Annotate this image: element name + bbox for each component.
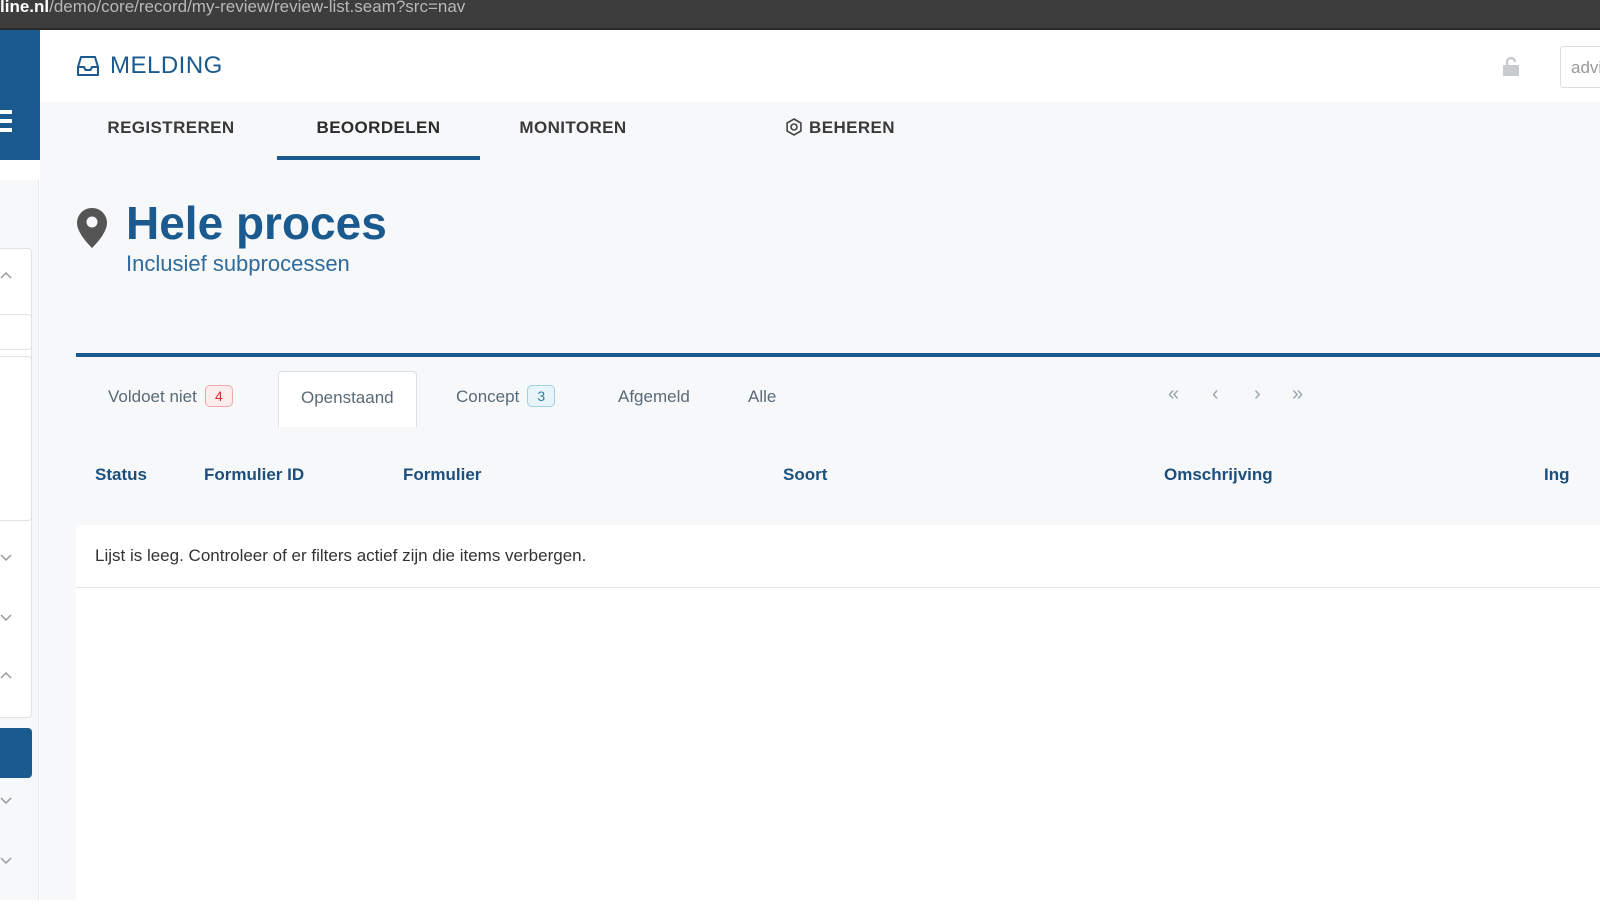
table-empty-row: Lijst is leeg. Controleer of er filters … [76,525,1600,588]
map-pin-icon [77,208,107,248]
main-content: Hele proces Inclusief subprocessen Voldo… [40,160,1600,904]
filter-tab-label: Concept [456,387,520,406]
nav-tab-label: MONITOREN [519,118,627,137]
filter-tab-label: Voldoet niet [108,387,197,406]
sidebar-active-item[interactable] [0,728,32,778]
column-header-formulier-id[interactable]: Formulier ID [204,465,304,485]
menu-brand-block[interactable] [0,30,40,160]
inbox-icon [77,56,99,76]
app-title-label: MELDING [110,52,223,79]
nav-tab-registreren[interactable]: REGISTREREN [76,102,266,160]
page-subtitle: Inclusief subprocessen [126,251,350,276]
table-header: Status Formulier ID Formulier Soort Omsc… [76,427,1600,526]
filter-tab-voldoet-niet[interactable]: Voldoet niet 4 [86,371,255,427]
chevron-down-icon[interactable] [0,552,12,562]
pager-next-button[interactable]: › [1254,383,1261,406]
filter-tab-label: Alle [748,387,777,406]
column-header-soort[interactable]: Soort [783,465,827,485]
app-header: MELDING advi [40,30,1600,102]
chevron-down-icon[interactable] [0,612,12,622]
url-host: line.nl [0,0,50,16]
review-list-panel: Voldoet niet 4 Openstaand Concept 3 Afgeme… [76,353,1600,904]
nav-tab-beoordelen[interactable]: BEOORDELEN [277,102,480,160]
app-title[interactable]: MELDING [76,52,223,80]
hamburger-menu-icon[interactable] [0,110,12,137]
nav-tab-beheren[interactable]: BEHEREN [770,102,910,160]
filter-tabs: Voldoet niet 4 Openstaand Concept 3 Afgeme… [76,357,1600,427]
nav-tab-monitoren[interactable]: MONITOREN [480,102,666,160]
filter-tab-label: Afgemeld [618,387,690,406]
lock-icon [1503,56,1519,76]
chevron-up-icon[interactable] [0,270,12,280]
sidebar-search-box[interactable] [0,314,32,350]
chevron-down-icon[interactable] [0,795,12,805]
filter-tab-openstaand[interactable]: Openstaand [278,371,417,427]
filter-tab-afgemeld[interactable]: Afgemeld [596,371,712,427]
pager-last-button[interactable]: » [1292,383,1303,406]
pager-first-button[interactable]: « [1168,383,1179,406]
count-badge: 3 [527,385,556,407]
filter-tab-label: Openstaand [301,388,394,407]
filter-tab-concept[interactable]: Concept 3 [434,371,577,427]
gear-icon [786,118,802,136]
page-title: Hele proces [126,197,387,249]
browser-address-bar[interactable]: line.nl/demo/core/record/my-review/revie… [0,0,1600,30]
sidebar-tree [0,356,32,521]
main-nav: REGISTREREN BEOORDELEN MONITOREN BEHEREN [40,102,1600,161]
chevron-up-icon[interactable] [0,670,12,680]
user-input[interactable]: advi [1560,46,1600,88]
left-sidebar [0,180,39,900]
column-header-ing[interactable]: Ing [1544,465,1570,485]
empty-list-message: Lijst is leeg. Controleer of er filters … [95,546,587,565]
nav-tab-label: BEHEREN [809,118,895,137]
nav-tab-label: BEOORDELEN [316,118,441,137]
column-header-omschrijving[interactable]: Omschrijving [1164,465,1273,485]
url-path: /demo/core/record/my-review/review-list.… [49,0,466,16]
chevron-down-icon[interactable] [0,855,12,865]
column-header-status[interactable]: Status [95,465,147,485]
column-header-formulier[interactable]: Formulier [403,465,481,485]
nav-tab-label: REGISTREREN [107,118,235,137]
filter-tab-alle[interactable]: Alle [726,371,798,427]
count-badge: 4 [204,385,233,407]
pager-prev-button[interactable]: ‹ [1212,383,1219,406]
